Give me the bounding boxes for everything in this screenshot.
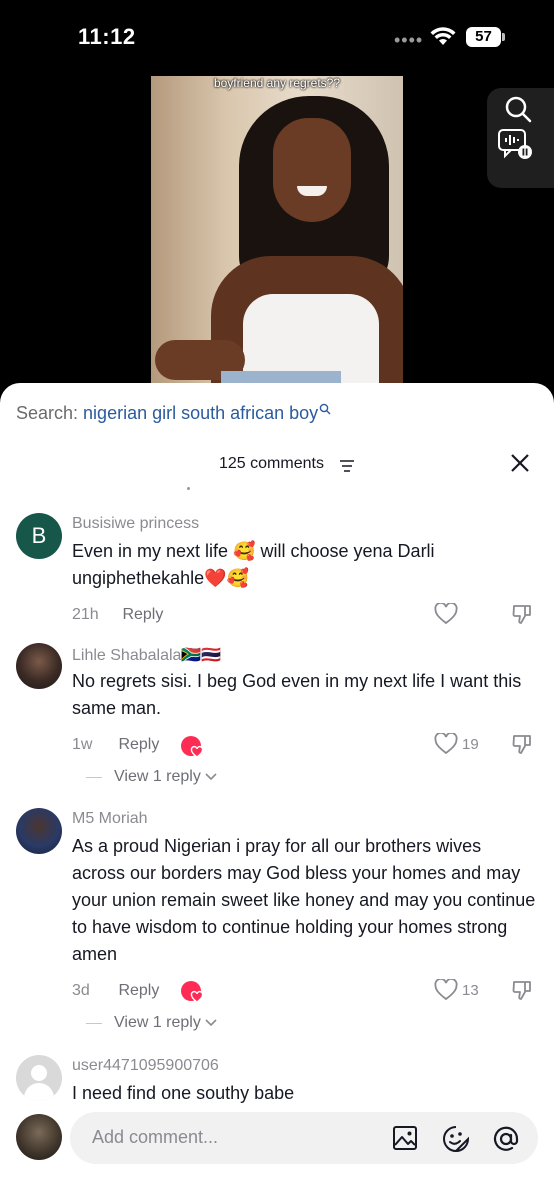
- search-label: Search:: [16, 403, 84, 423]
- close-icon[interactable]: [510, 453, 530, 473]
- divider-dot: [187, 487, 190, 490]
- video-caption: boyfriend any regrets??: [213, 76, 341, 90]
- status-bar: 11:12 •••• 57: [0, 0, 554, 70]
- image-icon[interactable]: [392, 1125, 418, 1151]
- view-replies-button[interactable]: View 1 reply: [86, 768, 217, 786]
- creator-liked-icon: [181, 736, 204, 758]
- dislike-icon[interactable]: [511, 979, 533, 1001]
- view-replies-label: View 1 reply: [114, 1014, 201, 1031]
- related-search[interactable]: Search: nigerian girl south african boy: [16, 403, 331, 424]
- comment-meta: 3d Reply: [72, 982, 159, 1000]
- comment-time: 21h: [72, 606, 99, 623]
- mention-icon[interactable]: [492, 1125, 520, 1153]
- signal-dots-icon: ••••: [394, 30, 424, 50]
- battery-level: 57: [475, 28, 492, 45]
- search-icon: [319, 403, 331, 415]
- creator-liked-icon: [181, 981, 204, 1003]
- comment-text: Even in my next life 🥰 will choose yena …: [72, 541, 435, 588]
- like-count: 19: [462, 735, 479, 753]
- input-placeholder: Add comment...: [92, 1127, 219, 1147]
- search-icon[interactable]: [503, 94, 533, 124]
- avatar[interactable]: B: [16, 513, 62, 559]
- avatar[interactable]: [16, 808, 62, 854]
- voice-comment-icon[interactable]: [497, 128, 533, 162]
- like-button[interactable]: 13: [434, 979, 479, 1001]
- dislike-icon[interactable]: [511, 733, 533, 755]
- avatar[interactable]: [16, 643, 62, 689]
- heart-icon: [434, 733, 458, 755]
- comment-text: As a proud Nigerian i pray for all our b…: [72, 836, 536, 964]
- comment-input-bar: Add comment...: [0, 1108, 554, 1200]
- reply-button[interactable]: Reply: [118, 736, 159, 754]
- comment-username[interactable]: Busisiwe princess: [72, 515, 199, 533]
- video-player[interactable]: boyfriend any regrets??: [151, 76, 403, 392]
- like-button[interactable]: [434, 603, 458, 625]
- comment-text: I need find one southy babe: [72, 1083, 295, 1103]
- side-tools: [487, 88, 554, 188]
- comment-username[interactable]: Lihle Shabalala🇿🇦🇹🇭: [72, 645, 221, 665]
- comment-username[interactable]: user4471095900706: [72, 1057, 219, 1075]
- comment-time: 3d: [72, 982, 90, 999]
- comment-meta: 21h Reply: [72, 606, 163, 624]
- my-avatar: [16, 1114, 62, 1160]
- reply-button[interactable]: Reply: [122, 606, 163, 624]
- add-comment-input[interactable]: Add comment...: [70, 1112, 538, 1164]
- battery-icon: 57: [466, 27, 506, 47]
- heart-icon: [434, 979, 458, 1001]
- comment-count: 125 comments: [219, 455, 324, 472]
- reply-button[interactable]: Reply: [118, 982, 159, 1000]
- wifi-icon: [430, 27, 456, 45]
- like-count: 13: [462, 981, 479, 999]
- comments-header: 125 comments: [0, 453, 554, 477]
- heart-icon: [434, 603, 458, 625]
- comment-time: 1w: [72, 736, 93, 753]
- chevron-down-icon: [205, 773, 217, 781]
- comments-sheet: Search: nigerian girl south african boy …: [0, 383, 554, 1200]
- view-replies-label: View 1 reply: [114, 768, 201, 785]
- chevron-down-icon: [205, 1019, 217, 1027]
- dislike-icon[interactable]: [511, 603, 533, 625]
- emoji-sticker-icon[interactable]: [442, 1125, 470, 1153]
- comment-meta: 1w Reply: [72, 736, 159, 754]
- comment-text: No regrets sisi. I beg God even in my ne…: [72, 671, 522, 718]
- view-replies-button[interactable]: View 1 reply: [86, 1014, 217, 1032]
- search-query-link[interactable]: nigerian girl south african boy: [83, 403, 318, 423]
- comment-username[interactable]: M5 Moriah: [72, 810, 148, 828]
- status-time: 11:12: [78, 24, 136, 49]
- sort-filter-icon[interactable]: [340, 460, 354, 472]
- avatar[interactable]: [16, 1055, 62, 1101]
- like-button[interactable]: 19: [434, 733, 479, 755]
